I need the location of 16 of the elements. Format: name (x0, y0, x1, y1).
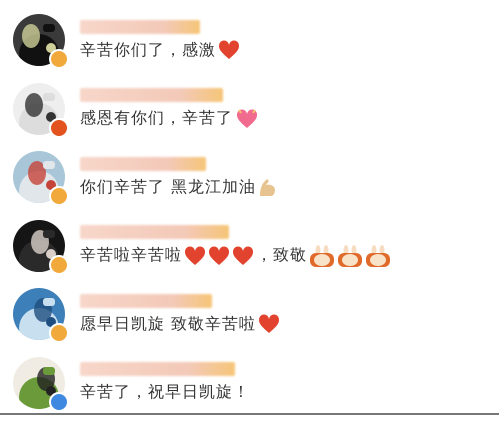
bunny-icon (309, 244, 335, 267)
comment-text: 辛苦了，祝早日凯旋！ (80, 382, 250, 404)
comment-text: ，致敬 (256, 245, 307, 266)
bunny-icon (365, 244, 391, 267)
heart-icon (218, 40, 240, 60)
heart-icon (208, 246, 230, 266)
heart-icon (258, 314, 280, 334)
heart-icon (184, 246, 206, 266)
comment-text: 辛苦啦辛苦啦 (80, 245, 182, 266)
heart-icon (232, 246, 254, 266)
comment-text: 感恩有你们，辛苦了 (80, 108, 233, 130)
bunny-icon (337, 244, 363, 267)
comment-text: 你们辛苦了 黑龙江加油 (80, 176, 256, 198)
heart-icon (235, 108, 259, 130)
comment-text: 辛苦你们了，感激 (80, 40, 216, 61)
comment-text: 愿早日凯旋 致敬辛苦啦 (80, 314, 256, 335)
